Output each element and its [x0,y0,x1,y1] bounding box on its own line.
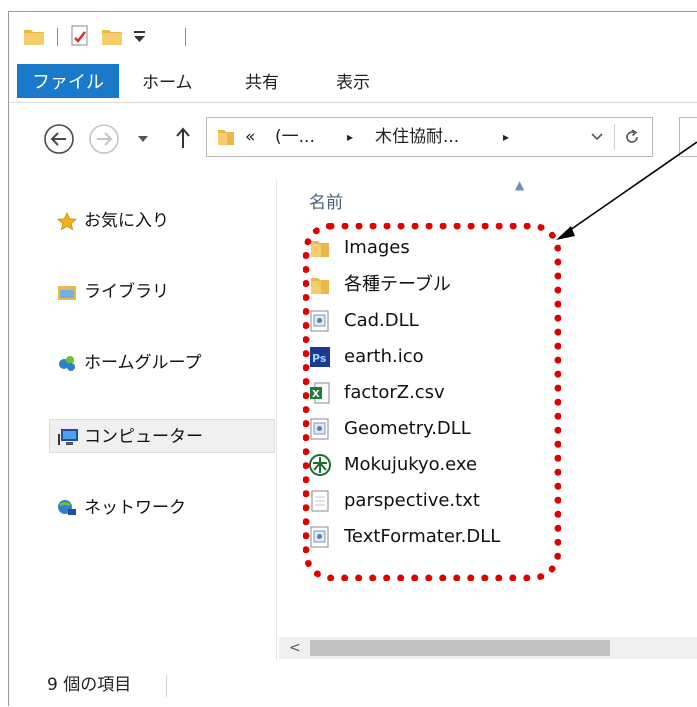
forward-icon[interactable] [88,123,120,155]
recent-locations-icon[interactable] [137,134,149,144]
nav-item-label: ホームグループ [84,353,202,373]
dll-file-icon [310,418,329,440]
file-name: Geometry.DLL [344,418,471,439]
divider [166,675,167,697]
navigation-bar: « (一... ▸ 木住協耐... ▸ [9,104,697,180]
library-icon [58,286,76,300]
tab-home[interactable]: ホーム [142,64,193,102]
dll-file-icon [310,526,329,548]
text-file-icon [311,490,329,512]
back-icon[interactable] [43,123,75,155]
refresh-icon[interactable] [623,128,641,146]
folder-icon [218,130,234,145]
star-icon [57,212,77,230]
tab-view[interactable]: 表示 [336,64,370,102]
file-name: earth.ico [344,346,424,367]
folder-icon [311,241,329,257]
tab-share[interactable]: 共有 [245,64,279,102]
item-count: 9 個の項目 [47,675,132,695]
svg-text:Ps: Ps [312,352,327,365]
network-icon [58,500,76,515]
breadcrumb-separator[interactable]: ▸ [503,118,509,156]
folder-icon[interactable] [23,26,45,46]
dll-file-icon [310,310,329,332]
breadcrumb-separator[interactable]: ▸ [347,118,353,156]
file-name: factorZ.csv [344,382,445,403]
nav-item-label: ネットワーク [84,498,186,518]
column-header-name[interactable]: 名前 [309,188,343,213]
search-input[interactable] [679,117,697,157]
properties-icon[interactable] [69,25,91,47]
explorer-window: ファイル ホーム 共有 表示 « (一... ▸ 木住協耐... ▸ お気に入り… [8,11,697,706]
sort-ascending-icon: ▲ [515,178,525,192]
address-bar[interactable]: « (一... ▸ 木住協耐... ▸ [206,117,653,157]
toolbar-separator [57,28,58,46]
scroll-left-icon[interactable]: < [289,637,301,659]
nav-item-homegroup[interactable]: ホームグループ [9,346,273,380]
nav-item-computer[interactable]: コンピューター [49,419,275,453]
status-bar: 9 個の項目 [9,663,697,707]
folder-icon [311,278,329,294]
ribbon-tabs: ファイル ホーム 共有 表示 [9,64,697,103]
horizontal-scrollbar[interactable]: < [279,637,697,659]
file-name: TextFormater.DLL [344,526,501,547]
customize-dropdown-icon[interactable] [133,28,147,44]
scrollbar-thumb[interactable] [310,640,610,656]
svg-text:X: X [312,389,320,400]
breadcrumb-2[interactable]: 木住協耐... [375,118,459,156]
nav-item-label: コンピューター [84,427,203,447]
file-list: ▲ 名前 Images 各種テーブル Cad.DLL Ps earth.ico … [279,178,697,660]
up-icon[interactable] [175,126,191,150]
csv-file-icon: X [310,382,330,404]
file-name: 各種テーブル [344,274,451,295]
photoshop-file-icon: Ps [310,347,330,367]
address-prefix[interactable]: « [245,118,255,156]
navigation-pane: お気に入り ライブラリ ホームグループ コンピューター ネットワーク [9,180,277,660]
file-name: Images [344,237,410,258]
nav-item-network[interactable]: ネットワーク [9,491,273,525]
new-folder-icon[interactable] [101,26,123,46]
homegroup-icon [59,356,75,371]
file-name: Cad.DLL [344,310,419,331]
chevron-down-icon[interactable] [591,132,603,142]
nav-item-libraries[interactable]: ライブラリ [9,275,273,309]
application-icon [309,454,331,476]
computer-icon [58,429,78,445]
toolbar-separator [185,28,186,46]
file-name: parspective.txt [344,490,480,511]
breadcrumb-1[interactable]: (一... [275,118,315,156]
quick-access-toolbar [9,12,697,62]
nav-item-label: ライブラリ [84,282,169,302]
divider [614,124,615,150]
tab-file[interactable]: ファイル [17,64,119,98]
file-name: Mokujukyo.exe [344,454,478,475]
nav-item-label: お気に入り [84,211,169,231]
nav-item-favorites[interactable]: お気に入り [9,204,273,238]
